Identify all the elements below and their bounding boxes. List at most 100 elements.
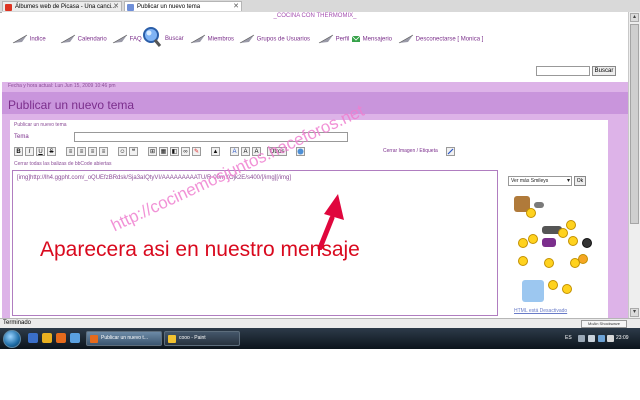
justify-button[interactable]: ≡ — [99, 147, 108, 156]
font-color-button[interactable]: A — [230, 147, 239, 156]
pencil-button[interactable]: ✎ — [192, 147, 201, 156]
smiley-icon[interactable] — [548, 280, 558, 290]
nav-calendario[interactable]: Calendario — [60, 34, 107, 45]
nav-indice[interactable]: Indice — [12, 34, 46, 45]
nav-perfil-label: Perfil — [335, 36, 350, 43]
nav-perfil[interactable]: Perfil — [318, 34, 349, 45]
scroll-thumb[interactable] — [630, 24, 639, 224]
current-date: Fecha y hora actual: Lun Jun 15, 2009 10… — [8, 83, 116, 89]
taskbar-button-label: cooo - Paint — [179, 335, 206, 341]
strike-button[interactable]: S — [47, 147, 56, 156]
feather-icon — [190, 34, 206, 44]
quote-button[interactable]: ❝ — [129, 147, 138, 156]
form-sub-caption: Publicar un nuevo tema — [14, 122, 67, 128]
volume-icon[interactable] — [588, 335, 595, 342]
feather-icon — [239, 34, 255, 44]
show-desktop-icon[interactable] — [28, 333, 38, 343]
italic-button[interactable]: I — [25, 147, 34, 156]
tray-app-icon[interactable] — [598, 335, 605, 342]
smiley-icon[interactable] — [528, 234, 538, 244]
smiley-ok-button[interactable]: Ok — [574, 176, 586, 186]
start-orb-icon[interactable] — [3, 330, 21, 348]
picasa-favicon-icon — [5, 4, 12, 11]
bbcode-close-all-link[interactable]: Cerrar todas las balizas de bbCode abier… — [14, 161, 112, 167]
magnifier-icon[interactable] — [142, 26, 162, 48]
tab-label: Álbumes web de Picasa - Una canci... — [15, 4, 117, 10]
nav-grupos[interactable]: Grupos de Usuarios — [239, 34, 310, 45]
dancing-smiley-icon[interactable] — [542, 238, 556, 247]
tray-app-icon[interactable] — [607, 335, 614, 342]
nav-faq[interactable]: FAQ — [112, 34, 142, 45]
folder-icon[interactable] — [42, 333, 52, 343]
scroll-down-arrow-icon[interactable]: ▾ — [630, 308, 639, 317]
tab-picasa-albums[interactable]: Álbumes web de Picasa - Una canci... ✕ — [2, 1, 122, 11]
taskbar-button-label: Publicar un nuevo t... — [101, 335, 148, 341]
image-button[interactable]: ◧ — [170, 147, 179, 156]
computer-smiley-icon[interactable] — [522, 280, 544, 302]
taskbar-clock[interactable]: 23:09 — [616, 335, 629, 341]
scroll-up-arrow-icon[interactable]: ▴ — [630, 13, 639, 22]
nav-miembros[interactable]: Miembros — [190, 34, 234, 45]
taskbar-firefox-window[interactable]: Publicar un nuevo t... — [86, 331, 162, 346]
nav-buscar[interactable]: Buscar — [165, 34, 184, 44]
smiley-icon[interactable] — [566, 220, 576, 230]
emoticon-button[interactable]: ☺ — [118, 147, 127, 156]
balloon-smiley-icon[interactable] — [578, 254, 588, 264]
nav-mensajerio[interactable]: Mensajerio — [351, 34, 392, 45]
eraser-icon — [447, 148, 454, 155]
underline-button[interactable]: U — [36, 147, 45, 156]
firefox-icon — [90, 335, 98, 343]
screenshot: Álbumes web de Picasa - Una canci... ✕ P… — [0, 0, 640, 349]
close-tab-icon[interactable]: ✕ — [233, 2, 239, 11]
forum-search-button[interactable]: Buscar — [592, 66, 616, 76]
nav-faq-label: FAQ — [129, 36, 142, 43]
knife-smiley-icon[interactable] — [534, 202, 544, 208]
windows-taskbar: Publicar un nuevo t... cooo - Paint ES 2… — [0, 328, 640, 349]
tab-publicar[interactable]: Publicar un nuevo tema ✕ — [124, 1, 242, 11]
smiley-icon[interactable] — [518, 256, 528, 266]
taskbar-paint-window[interactable]: cooo - Paint — [164, 331, 240, 346]
smiley-icon[interactable] — [558, 228, 568, 238]
overlay-caption: Aparecera asi en nuestro mensaje — [40, 238, 360, 261]
smiley-icon[interactable] — [518, 238, 528, 248]
browser-icon[interactable] — [70, 333, 80, 343]
tab-label: Publicar un nuevo tema — [137, 4, 201, 10]
nav-buscar-label: Buscar — [165, 36, 184, 42]
align-center-button[interactable]: ≡ — [77, 147, 86, 156]
nav-mensajerio-label: Mensajerio — [362, 36, 393, 43]
language-indicator[interactable]: ES — [565, 335, 572, 341]
feather-icon — [60, 34, 76, 44]
tema-label: Tema — [14, 134, 29, 140]
grid-button[interactable]: ▦ — [159, 147, 168, 156]
bold-button[interactable]: B — [14, 147, 23, 156]
eraser-button[interactable] — [446, 147, 455, 156]
nav-desconectarse[interactable]: Desconectarse [ Monica ] — [398, 34, 483, 45]
align-left-button[interactable]: ≡ — [66, 147, 75, 156]
feather-icon — [318, 34, 334, 44]
flash-button[interactable]: ▲ — [211, 147, 220, 156]
page-scrollbar[interactable]: ▴ ▾ — [628, 12, 640, 318]
network-icon[interactable] — [578, 335, 585, 342]
html-status-link[interactable]: HTML está Desactivado — [514, 308, 567, 314]
shockwave-indicator[interactable]: MoAn Shockwave — [581, 320, 627, 328]
feather-icon — [398, 34, 414, 44]
police-smiley-icon[interactable] — [582, 238, 592, 248]
link-button[interactable]: ∞ — [181, 147, 190, 156]
smiley-select[interactable]: Ver más Smileys ▾ — [508, 176, 572, 186]
cerrar-imagen-link[interactable]: Cerrar Imagen / Etiqueta — [383, 148, 438, 154]
feather-icon — [12, 34, 28, 44]
firefox-icon[interactable] — [56, 333, 66, 343]
close-tab-icon[interactable]: ✕ — [113, 2, 119, 11]
web-page: _COCINA CON THERMOMIX_ Indice Calendario… — [2, 12, 628, 318]
smiley-icon[interactable] — [544, 258, 554, 268]
smiley-icon[interactable] — [568, 236, 578, 246]
smiley-icon[interactable] — [526, 208, 536, 218]
forum-search-input[interactable] — [536, 66, 590, 76]
paint-icon — [168, 335, 176, 343]
forum-nav: Indice Calendario FAQ Buscar Miembros Gr… — [12, 27, 612, 60]
table-button[interactable]: ⊞ — [148, 147, 157, 156]
smiley-icon[interactable] — [562, 284, 572, 294]
nav-desconectarse-label: Desconectarse [ Monica ] — [415, 36, 484, 43]
align-right-button[interactable]: ≡ — [88, 147, 97, 156]
message-editor-text: [img]http://lh4.ggpht.com/_oQUEfzBRdsk/S… — [17, 175, 291, 181]
